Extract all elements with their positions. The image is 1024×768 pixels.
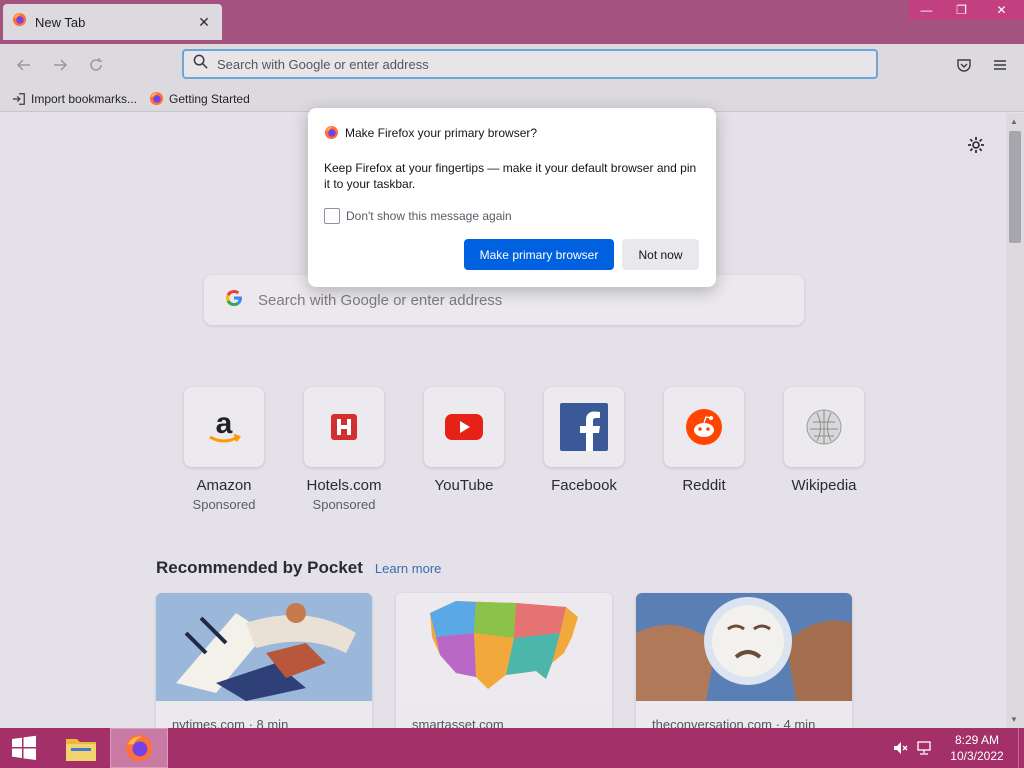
bookmark-label: Import bookmarks... [31, 91, 138, 106]
not-now-button[interactable]: Not now [622, 239, 699, 270]
hotels-icon [304, 387, 384, 467]
settings-gear-icon[interactable] [966, 135, 986, 155]
top-site-label: Wikipedia [791, 477, 857, 494]
start-button[interactable] [0, 728, 48, 768]
clock-time: 8:29 AM [954, 733, 1000, 747]
scrollbar-thumb[interactable] [1009, 131, 1021, 243]
pocket-title: Recommended by Pocket [156, 558, 363, 577]
show-desktop-button[interactable] [1018, 728, 1024, 768]
amazon-icon: a [184, 387, 264, 467]
window-close-button[interactable]: ✕ [979, 0, 1024, 20]
article-image [396, 593, 612, 701]
forward-button[interactable] [48, 54, 72, 76]
top-site-reddit[interactable]: Reddit [644, 387, 764, 512]
dialog-title: Make Firefox your primary browser? [345, 125, 538, 140]
svg-text:a: a [216, 407, 233, 440]
google-logo-icon [224, 288, 244, 313]
top-site-hotels[interactable]: Hotels.com Sponsored [284, 387, 404, 512]
bookmark-import[interactable]: Import bookmarks... [12, 92, 137, 106]
card-source: theconversation.com · 4 min [652, 717, 816, 728]
restore-button[interactable]: ❐ [944, 0, 979, 20]
reload-button[interactable] [84, 54, 108, 76]
tab-strip: New Tab ✕ — ❐ ✕ [0, 0, 1024, 44]
pocket-header: Recommended by Pocket Learn more [156, 558, 441, 578]
firefox-icon [125, 734, 153, 762]
wikipedia-icon [784, 387, 864, 467]
top-site-facebook[interactable]: Facebook [524, 387, 644, 512]
pocket-cards: nytimes.com · 8 min smartasset.com theco… [156, 593, 876, 728]
close-tab-icon[interactable]: ✕ [194, 12, 214, 32]
bookmark-getting-started[interactable]: Getting Started [149, 91, 250, 106]
search-icon [193, 54, 208, 74]
firefox-icon [324, 125, 339, 140]
pocket-card[interactable]: theconversation.com · 4 min [636, 593, 852, 728]
top-sites: a Amazon Sponsored Hotels.com Sponsored … [164, 387, 884, 512]
windows-taskbar: 8:29 AM 10/3/2022 [0, 728, 1024, 768]
top-site-label: Amazon [196, 477, 252, 494]
article-image [636, 593, 852, 701]
window-controls: — ❐ ✕ [909, 0, 1024, 20]
dialog-header: Make Firefox your primary browser? [324, 125, 537, 140]
sponsored-label: Sponsored [192, 497, 256, 512]
article-image [156, 593, 372, 701]
tab-title: New Tab [35, 14, 86, 30]
default-browser-dialog: Make Firefox your primary browser? Keep … [308, 108, 716, 287]
youtube-icon [424, 387, 504, 467]
clock-date: 10/3/2022 [950, 749, 1004, 763]
pocket-card[interactable]: smartasset.com [396, 593, 612, 728]
bookmark-label: Getting Started [169, 91, 250, 106]
windows-logo-icon [12, 735, 36, 760]
top-site-label: YouTube [434, 477, 494, 494]
firefox-icon [149, 91, 164, 106]
top-site-amazon[interactable]: a Amazon Sponsored [164, 387, 284, 512]
pocket-button[interactable] [952, 54, 976, 76]
tab-new-tab[interactable]: New Tab ✕ [3, 4, 222, 40]
top-site-label: Reddit [682, 477, 726, 494]
scroll-down-arrow-icon[interactable]: ▼ [1010, 715, 1018, 724]
taskbar-firefox[interactable] [110, 728, 168, 768]
page-scrollbar[interactable]: ▲ ▼ [1006, 113, 1024, 728]
scroll-up-arrow-icon[interactable]: ▲ [1010, 117, 1018, 126]
import-icon [12, 92, 25, 105]
pocket-learn-more-link[interactable]: Learn more [375, 561, 441, 576]
sponsored-label: Sponsored [312, 497, 376, 512]
address-bar[interactable] [182, 49, 878, 79]
reddit-icon [664, 387, 744, 467]
navigation-toolbar [0, 44, 1024, 86]
folder-icon [66, 739, 96, 761]
taskbar-file-explorer[interactable] [52, 728, 110, 768]
facebook-icon [544, 387, 624, 467]
top-site-label: Hotels.com [306, 477, 382, 494]
top-site-wikipedia[interactable]: Wikipedia [764, 387, 884, 512]
newtab-search-placeholder: Search with Google or enter address [258, 291, 503, 309]
card-source: nytimes.com · 8 min [172, 717, 289, 728]
volume-muted-icon[interactable] [888, 728, 912, 768]
network-icon[interactable] [912, 728, 936, 768]
address-input[interactable] [217, 56, 837, 72]
dont-show-again-row[interactable]: Don't show this message again [324, 208, 512, 224]
top-site-youtube[interactable]: YouTube [404, 387, 524, 512]
minimize-button[interactable]: — [909, 0, 944, 20]
dont-show-again-checkbox[interactable] [324, 208, 340, 224]
reload-icon [90, 58, 102, 71]
card-source: smartasset.com [412, 717, 504, 728]
dont-show-again-label[interactable]: Don't show this message again [346, 209, 512, 223]
top-site-label: Facebook [551, 477, 617, 494]
pocket-icon [957, 59, 971, 72]
system-tray: 8:29 AM 10/3/2022 [888, 728, 1024, 768]
make-primary-browser-button[interactable]: Make primary browser [464, 239, 614, 270]
hamburger-menu-icon [994, 60, 1006, 70]
back-button[interactable] [12, 54, 36, 76]
taskbar-clock[interactable]: 8:29 AM 10/3/2022 [936, 732, 1018, 764]
app-menu-button[interactable] [988, 54, 1012, 76]
firefox-icon [12, 12, 27, 32]
forward-arrow-icon [54, 59, 68, 71]
back-arrow-icon [16, 59, 30, 71]
dialog-message: Keep Firefox at your fingertips — make i… [324, 161, 697, 191]
pocket-card[interactable]: nytimes.com · 8 min [156, 593, 372, 728]
